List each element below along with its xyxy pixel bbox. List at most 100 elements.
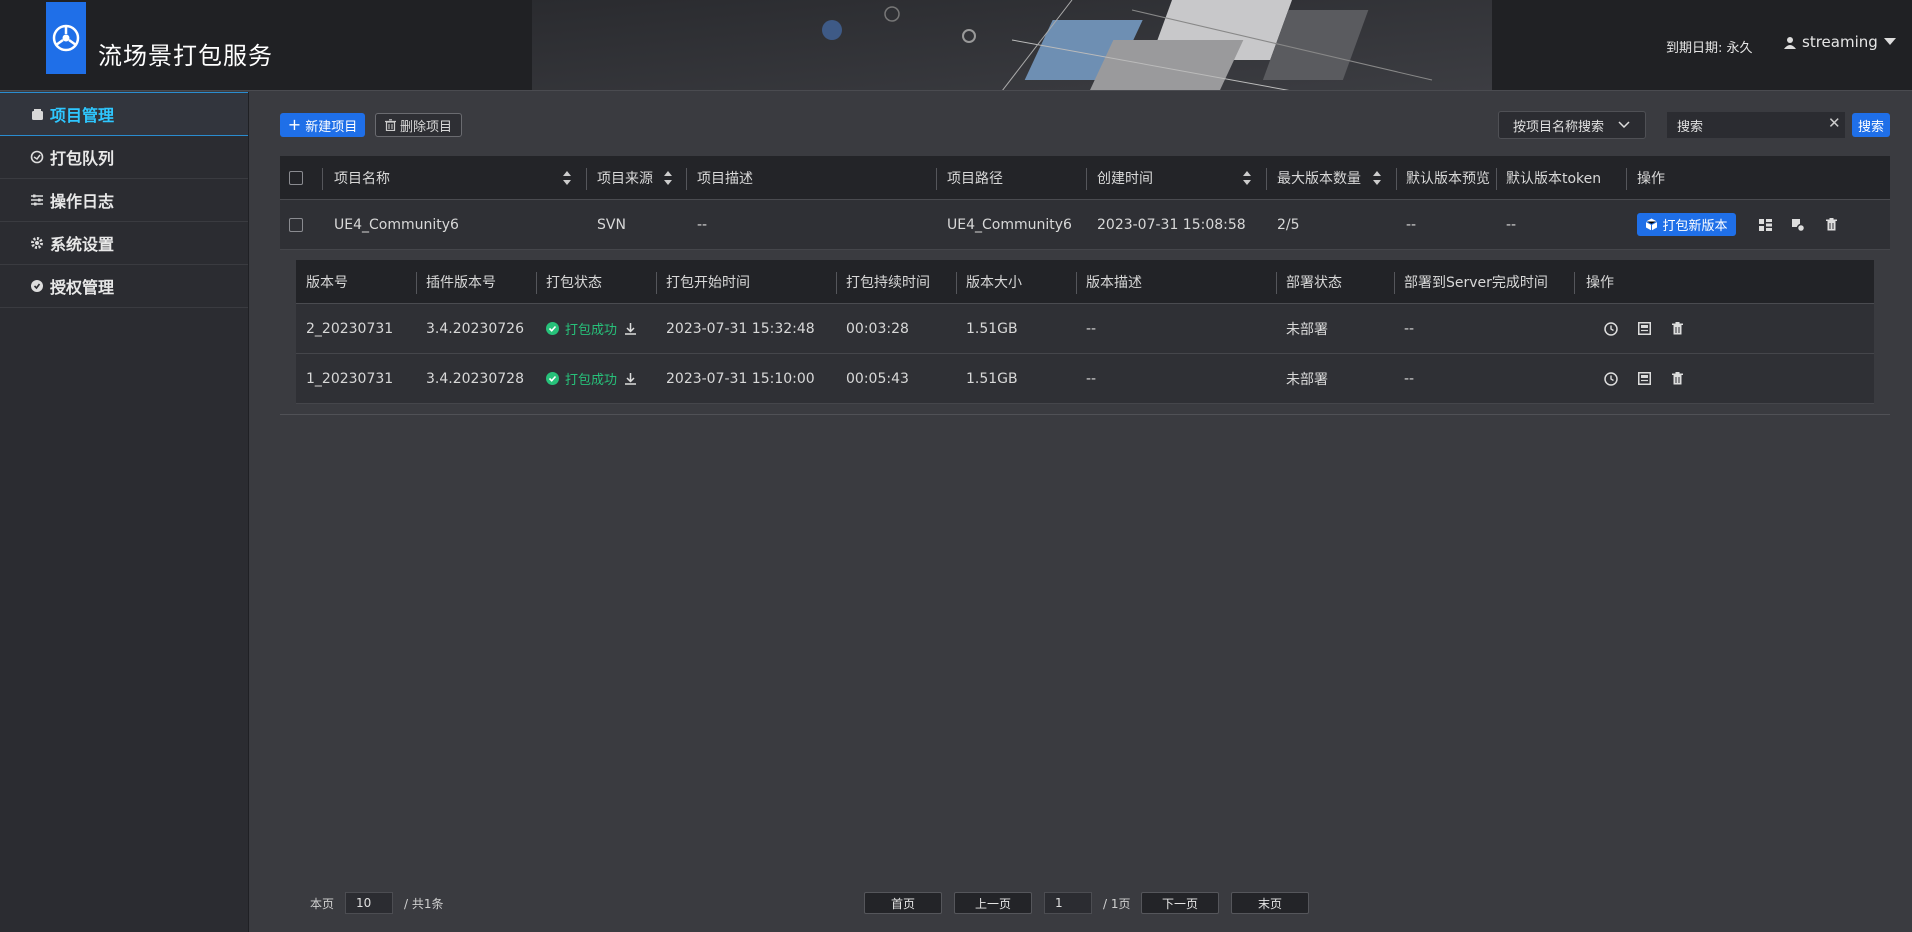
page-number-input[interactable]: 1 [1044,892,1092,914]
download-icon[interactable] [625,322,637,335]
column-divider [536,272,537,294]
per-page-input[interactable]: 10 [345,892,393,914]
col-version-actions: 操作 [1586,274,1614,291]
column-divider [1276,272,1277,294]
sidebar-item-project-management[interactable]: 项目管理 [0,92,248,136]
col-max-versions[interactable]: 最大版本数量 [1277,156,1361,199]
project-source: SVN [597,216,626,233]
sidebar-item-pack-queue[interactable]: 打包队列 [0,136,248,179]
box-icon [30,107,44,121]
new-project-label: 新建项目 [305,119,358,135]
column-divider [1396,168,1397,190]
first-page-button[interactable]: 首页 [864,892,942,914]
col-project-name[interactable]: 项目名称 [334,156,390,199]
logo-icon [52,24,80,52]
shield-icon [30,279,44,293]
sidebar-item-operation-log[interactable]: 操作日志 [0,179,248,222]
check-circle-icon [546,322,559,335]
project-token: -- [1506,216,1517,233]
col-pack-status: 打包状态 [546,274,602,291]
deploy-time: -- [1404,370,1415,387]
column-divider [1086,168,1087,190]
col-project-source[interactable]: 项目来源 [597,156,653,199]
checkbox-box [289,217,303,232]
pack-status-text: 打包成功 [565,323,618,338]
deploy-time: -- [1404,320,1415,337]
pack-new-version-button[interactable]: 打包新版本 [1637,213,1736,236]
search-mode-select[interactable]: 按项目名称搜索 [1498,111,1646,139]
gear-icon [30,236,44,250]
settings-icon[interactable] [1790,217,1806,233]
grid-view-icon[interactable] [1757,217,1773,233]
table-row[interactable]: 1_20230731 3.4.20230728 打包成功 2023-07-31 … [296,354,1874,404]
sort-icon[interactable] [663,170,673,186]
version-desc: -- [1086,320,1097,337]
sidebar-item-license-management[interactable]: 授权管理 [0,265,248,308]
pack-status-text: 打包成功 [565,373,618,388]
version-actions [1603,354,1685,403]
sort-icon[interactable] [562,170,572,186]
user-icon [1784,36,1796,49]
column-divider [586,168,587,190]
details-icon[interactable] [1636,371,1652,387]
project-created: 2023-07-31 15:08:58 [1097,216,1246,233]
column-divider [1626,168,1627,190]
cube-icon [1646,218,1658,231]
sort-icon[interactable] [1242,170,1252,186]
check-circle-icon [546,372,559,385]
sidebar-item-label: 打包队列 [50,149,115,168]
sidebar-item-system-settings[interactable]: 系统设置 [0,222,248,265]
table-row[interactable]: 2_20230731 3.4.20230726 打包成功 2023-07-31 … [296,304,1874,354]
col-project-path: 项目路径 [947,170,1003,187]
page-total: / 1页 [1103,897,1131,911]
new-project-button[interactable]: + 新建项目 [280,113,365,137]
delete-icon[interactable] [1669,321,1685,337]
download-icon[interactable] [625,372,637,385]
project-name: UE4_Community6 [334,216,459,233]
last-page-button[interactable]: 末页 [1231,892,1309,914]
plugin-version: 3.4.20230728 [426,370,524,387]
col-project-desc: 项目描述 [697,170,753,187]
expire-value: 永久 [1726,41,1753,56]
history-icon[interactable] [1603,371,1619,387]
column-divider [936,168,937,190]
column-divider [656,272,657,294]
pack-start-time: 2023-07-31 15:32:48 [666,320,815,337]
project-path: UE4_Community6 [947,216,1072,233]
pack-duration: 00:03:28 [846,320,909,337]
delete-icon[interactable] [1823,217,1839,233]
version-actions [1603,304,1685,353]
sliders-icon [30,193,44,207]
column-divider [322,168,323,190]
clear-search-icon[interactable]: ✕ [1828,114,1841,132]
pack-status: 打包成功 [546,354,637,403]
next-page-button[interactable]: 下一页 [1141,892,1219,914]
delete-icon[interactable] [1669,371,1685,387]
search-button[interactable]: 搜索 [1852,113,1890,137]
column-divider [1266,168,1267,190]
column-divider [1496,168,1497,190]
search-button-label: 搜索 [1857,119,1884,135]
column-divider [1394,272,1395,294]
col-deploy-time: 部署到Server完成时间 [1404,274,1548,291]
row-checkbox[interactable] [289,200,303,249]
prev-page-button[interactable]: 上一页 [954,892,1032,914]
table-row[interactable]: UE4_Community6 SVN -- UE4_Community6 202… [280,200,1890,250]
select-all-checkbox[interactable] [289,156,303,199]
col-version-desc: 版本描述 [1086,274,1142,291]
search-input[interactable] [1667,112,1845,138]
pack-start-time: 2023-07-31 15:10:00 [666,370,815,387]
details-icon[interactable] [1636,321,1652,337]
sidebar-item-label: 授权管理 [50,278,115,297]
col-version: 版本号 [306,274,348,291]
deploy-status: 未部署 [1286,371,1328,388]
delete-project-button[interactable]: 删除项目 [375,113,462,137]
user-menu[interactable]: streaming [1784,33,1896,51]
username: streaming [1802,33,1878,51]
history-icon[interactable] [1603,321,1619,337]
col-created-time[interactable]: 创建时间 [1097,156,1153,199]
sort-icon[interactable] [1372,170,1382,186]
row-actions: 打包新版本 [1637,200,1839,249]
col-actions: 操作 [1637,170,1665,187]
version-table-header: 版本号 插件版本号 打包状态 打包开始时间 打包持续时间 版本大小 版本描述 部… [296,260,1874,304]
